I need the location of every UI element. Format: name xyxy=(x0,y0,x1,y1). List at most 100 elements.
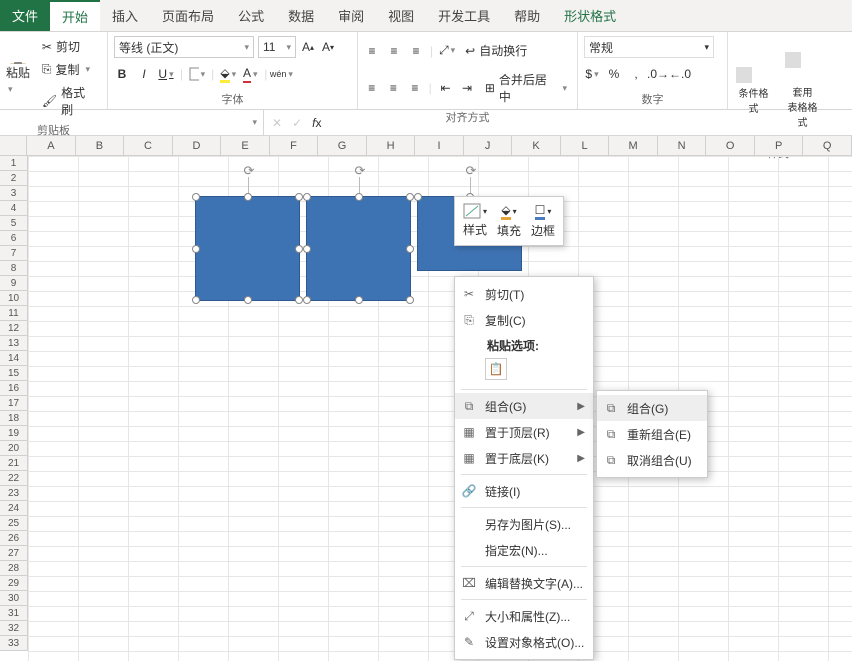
row-header[interactable]: 10 xyxy=(0,291,27,306)
tab-formulas[interactable]: 公式 xyxy=(226,0,276,31)
row-header[interactable]: 9 xyxy=(0,276,27,291)
col-header[interactable]: B xyxy=(76,136,125,155)
border-button[interactable] xyxy=(189,66,205,82)
indent-increase-icon[interactable]: ⇥ xyxy=(459,80,475,96)
ctx-copy[interactable]: ⎘复制(C) xyxy=(455,307,593,333)
select-all-triangle[interactable] xyxy=(0,136,27,155)
col-header[interactable]: C xyxy=(124,136,173,155)
resize-handle[interactable] xyxy=(244,296,252,304)
paste-button[interactable]: 粘贴 xyxy=(6,61,32,95)
resize-handle[interactable] xyxy=(303,296,311,304)
ctx-send-to-back[interactable]: ▦置于底层(K)▶ xyxy=(455,445,593,471)
ctx-size-properties[interactable]: ⤢大小和属性(Z)... xyxy=(455,603,593,629)
wrap-text-button[interactable]: ↩自动换行 xyxy=(461,40,531,61)
row-header[interactable]: 12 xyxy=(0,321,27,336)
resize-handle[interactable] xyxy=(406,245,414,253)
merge-center-button[interactable]: ⊞合并后居中 xyxy=(481,69,571,107)
align-center-icon[interactable]: ≡ xyxy=(386,80,402,96)
col-header[interactable]: K xyxy=(512,136,561,155)
col-header[interactable]: J xyxy=(464,136,513,155)
indent-decrease-icon[interactable]: ⇤ xyxy=(438,80,454,96)
tab-developer[interactable]: 开发工具 xyxy=(426,0,502,31)
ctx-group[interactable]: ⧉组合(G)▶ xyxy=(455,393,593,419)
align-middle-icon[interactable]: ≡ xyxy=(386,43,402,59)
tab-home[interactable]: 开始 xyxy=(50,0,100,31)
accounting-format-icon[interactable]: $ xyxy=(584,66,600,82)
rotate-handle-icon[interactable]: ⟳ xyxy=(353,163,367,177)
worksheet-grid[interactable]: A B C D E F G H I J K L M N O P Q 123456… xyxy=(0,136,852,661)
row-header[interactable]: 5 xyxy=(0,216,27,231)
font-color-button[interactable]: A xyxy=(242,66,258,82)
col-header[interactable]: E xyxy=(221,136,270,155)
row-header[interactable]: 17 xyxy=(0,396,27,411)
resize-handle[interactable] xyxy=(355,193,363,201)
col-header[interactable]: Q xyxy=(803,136,852,155)
row-header[interactable]: 4 xyxy=(0,201,27,216)
tab-help[interactable]: 帮助 xyxy=(502,0,552,31)
resize-handle[interactable] xyxy=(192,193,200,201)
font-size-select[interactable]: 11▾ xyxy=(258,36,296,58)
align-right-icon[interactable]: ≡ xyxy=(407,80,423,96)
row-header[interactable]: 19 xyxy=(0,426,27,441)
col-header[interactable]: I xyxy=(415,136,464,155)
tab-insert[interactable]: 插入 xyxy=(100,0,150,31)
resize-handle[interactable] xyxy=(192,296,200,304)
cancel-formula-icon[interactable]: ✕ xyxy=(272,116,282,130)
row-header[interactable]: 28 xyxy=(0,561,27,576)
row-header[interactable]: 11 xyxy=(0,306,27,321)
font-name-select[interactable]: 等线 (正文)▾ xyxy=(114,36,254,58)
resize-handle[interactable] xyxy=(406,193,414,201)
tab-view[interactable]: 视图 xyxy=(376,0,426,31)
phonetic-button[interactable]: wén xyxy=(273,66,289,82)
name-box[interactable]: ▾ xyxy=(0,110,264,135)
col-header[interactable]: A xyxy=(27,136,76,155)
italic-button[interactable]: I xyxy=(136,66,152,82)
orientation-icon[interactable]: ⤢ xyxy=(439,43,455,59)
row-header[interactable]: 31 xyxy=(0,606,27,621)
resize-handle[interactable] xyxy=(192,245,200,253)
shape-rect-2[interactable]: ⟳ xyxy=(306,196,411,301)
tab-data[interactable]: 数据 xyxy=(276,0,326,31)
decrease-font-icon[interactable]: A▾ xyxy=(320,39,336,55)
ctx-edit-alt-text[interactable]: ⌧编辑替换文字(A)... xyxy=(455,570,593,596)
ctx-cut[interactable]: ✂剪切(T) xyxy=(455,281,593,307)
rotate-handle-icon[interactable]: ⟳ xyxy=(242,163,256,177)
row-header[interactable]: 3 xyxy=(0,186,27,201)
row-header[interactable]: 23 xyxy=(0,486,27,501)
row-header[interactable]: 15 xyxy=(0,366,27,381)
resize-handle[interactable] xyxy=(303,193,311,201)
increase-decimal-icon[interactable]: .0→ xyxy=(650,66,666,82)
fx-icon[interactable]: fx xyxy=(312,116,321,130)
number-format-select[interactable]: 常规▾ xyxy=(584,36,714,58)
fill-color-button[interactable]: ⬙ xyxy=(220,66,236,82)
col-header[interactable]: F xyxy=(270,136,319,155)
tab-file[interactable]: 文件 xyxy=(0,0,50,31)
ctx-bring-to-front[interactable]: ▦置于顶层(R)▶ xyxy=(455,419,593,445)
resize-handle[interactable] xyxy=(355,296,363,304)
align-bottom-icon[interactable]: ≡ xyxy=(408,43,424,59)
row-header[interactable]: 13 xyxy=(0,336,27,351)
row-header[interactable]: 33 xyxy=(0,636,27,651)
resize-handle[interactable] xyxy=(295,296,303,304)
row-header[interactable]: 29 xyxy=(0,576,27,591)
row-header[interactable]: 7 xyxy=(0,246,27,261)
ctx-sub-group[interactable]: ⧉组合(G) xyxy=(597,395,707,421)
row-header[interactable]: 16 xyxy=(0,381,27,396)
row-header[interactable]: 2 xyxy=(0,171,27,186)
increase-font-icon[interactable]: A▴ xyxy=(300,39,316,55)
row-header[interactable]: 27 xyxy=(0,546,27,561)
enter-formula-icon[interactable]: ✓ xyxy=(292,116,302,130)
tab-page-layout[interactable]: 页面布局 xyxy=(150,0,226,31)
resize-handle[interactable] xyxy=(414,193,422,201)
bold-button[interactable]: B xyxy=(114,66,130,82)
decrease-decimal-icon[interactable]: ←.0 xyxy=(672,66,688,82)
tab-review[interactable]: 审阅 xyxy=(326,0,376,31)
row-header[interactable]: 20 xyxy=(0,441,27,456)
rotate-handle-icon[interactable]: ⟳ xyxy=(464,163,478,177)
resize-handle[interactable] xyxy=(406,296,414,304)
ctx-format-object[interactable]: ✎设置对象格式(O)... xyxy=(455,629,593,655)
shape-rect-1[interactable]: ⟳ xyxy=(195,196,300,301)
comma-format-icon[interactable]: , xyxy=(628,66,644,82)
tab-shape-format[interactable]: 形状格式 xyxy=(552,0,628,31)
col-header[interactable]: D xyxy=(173,136,222,155)
